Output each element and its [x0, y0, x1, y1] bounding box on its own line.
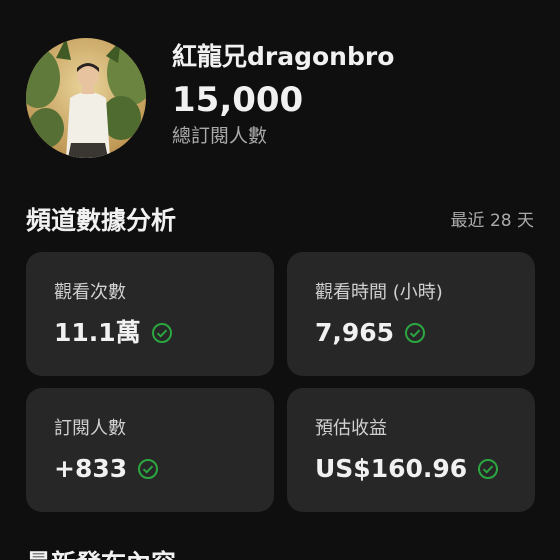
- check-circle-icon: [137, 458, 159, 480]
- stat-card-subscribers[interactable]: 訂閱人數 +833: [26, 388, 274, 512]
- card-value: 11.1萬: [54, 318, 141, 347]
- next-section-title: 最新發布內容: [26, 548, 176, 560]
- card-value-row: 7,965: [315, 317, 535, 349]
- subscriber-label: 總訂閱人數: [172, 125, 268, 147]
- card-label: 訂閱人數: [54, 418, 126, 439]
- stat-card-revenue[interactable]: 預估收益 US$160.96: [287, 388, 535, 512]
- card-value: 7,965: [315, 318, 395, 347]
- subscriber-count: 15,000: [172, 80, 304, 120]
- card-value: +833: [54, 454, 128, 483]
- card-value-row: 11.1萬: [54, 317, 274, 349]
- stat-card-views[interactable]: 觀看次數 11.1萬: [26, 252, 274, 376]
- check-circle-icon: [477, 458, 499, 480]
- card-label: 觀看次數: [54, 282, 126, 303]
- analytics-title: 頻道數據分析: [26, 206, 177, 235]
- analytics-period[interactable]: 最近 28 天: [451, 210, 534, 232]
- card-value-row: +833: [54, 453, 274, 485]
- card-label: 預估收益: [315, 418, 387, 439]
- stat-card-watch-time[interactable]: 觀看時間 (小時) 7,965: [287, 252, 535, 376]
- channel-name: 紅龍兄dragonbro: [172, 42, 395, 71]
- check-circle-icon: [404, 322, 426, 344]
- channel-dashboard: 紅龍兄dragonbro 15,000 總訂閱人數 頻道數據分析 最近 28 天…: [0, 0, 560, 560]
- channel-header: 紅龍兄dragonbro 15,000 總訂閱人數: [26, 38, 394, 158]
- card-label: 觀看時間 (小時): [315, 282, 443, 303]
- channel-info: 紅龍兄dragonbro 15,000 總訂閱人數: [172, 42, 394, 148]
- channel-avatar[interactable]: [26, 38, 146, 158]
- check-circle-icon: [151, 322, 173, 344]
- card-value-row: US$160.96: [315, 453, 535, 485]
- avatar-illustration: [26, 38, 146, 158]
- card-value: US$160.96: [315, 454, 468, 483]
